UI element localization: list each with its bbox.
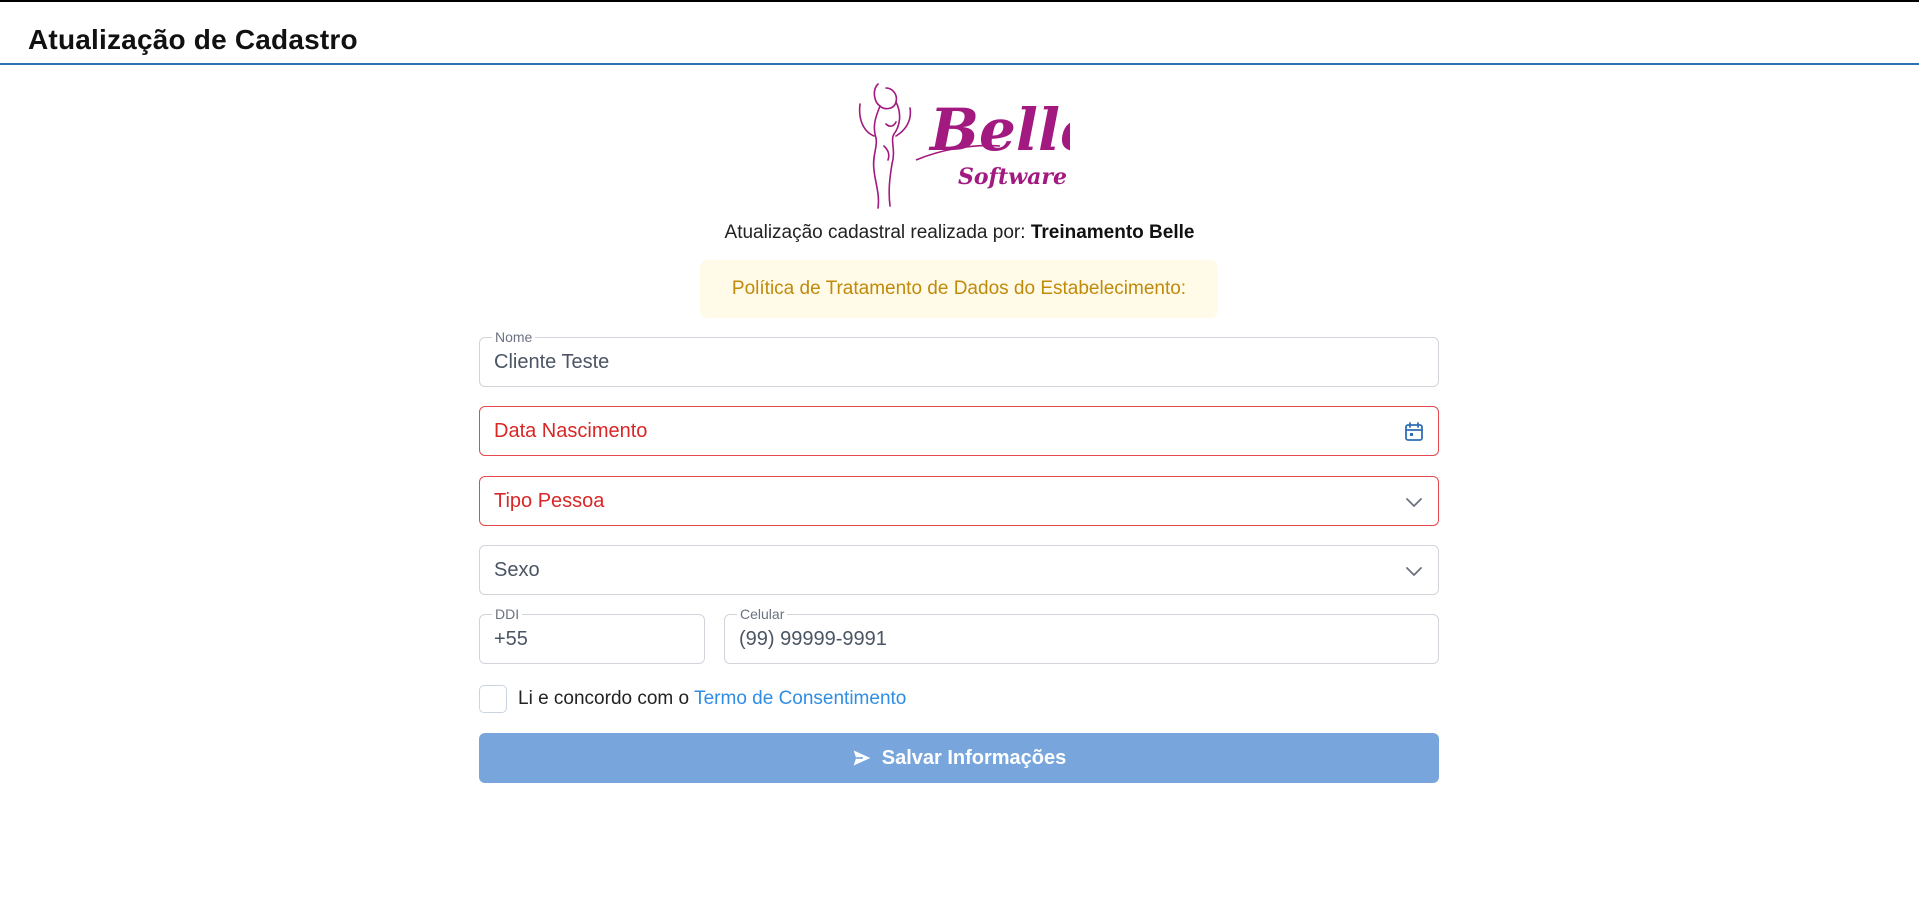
consent-row: Li e concordo com o Termo de Consentimen… bbox=[479, 684, 906, 714]
send-icon bbox=[853, 750, 871, 766]
birth-date-field[interactable]: Data Nascimento bbox=[479, 406, 1439, 456]
calendar-icon[interactable] bbox=[1402, 420, 1426, 444]
name-field[interactable]: Nome Cliente Teste bbox=[479, 329, 1439, 387]
person-type-placeholder: Tipo Pessoa bbox=[494, 490, 605, 512]
person-type-select[interactable]: Tipo Pessoa bbox=[479, 476, 1439, 526]
consent-terms-link[interactable]: Termo de Consentimento bbox=[694, 688, 906, 710]
author-line: Atualização cadastral realizada por: Tre… bbox=[0, 222, 1919, 244]
mobile-phone-field[interactable]: Celular (99) 99999-9991 bbox=[724, 606, 1439, 664]
mobile-phone-value: (99) 99999-9991 bbox=[739, 628, 887, 650]
consent-checkbox[interactable] bbox=[479, 685, 507, 713]
gender-select[interactable]: Sexo bbox=[479, 545, 1439, 595]
gender-placeholder: Sexo bbox=[494, 559, 540, 581]
ddi-value: +55 bbox=[494, 628, 528, 650]
page-title: Atualização de Cadastro bbox=[28, 24, 358, 55]
privacy-policy-notice: Política de Tratamento de Dados do Estab… bbox=[700, 260, 1218, 318]
save-button-label: Salvar Informações bbox=[881, 746, 1067, 769]
save-button[interactable]: Salvar Informações bbox=[479, 733, 1439, 783]
belle-software-logo: Belle Software bbox=[850, 80, 1097, 212]
chevron-down-icon bbox=[1402, 490, 1426, 514]
author-prefix: Atualização cadastral realizada por: bbox=[724, 222, 1026, 243]
birth-date-placeholder: Data Nascimento bbox=[494, 420, 648, 442]
author-name: Treinamento Belle bbox=[1030, 222, 1195, 243]
page-header: Atualização de Cadastro bbox=[0, 2, 1919, 65]
ddi-field[interactable]: DDI +55 bbox=[479, 606, 705, 664]
logo-sub-text: Software bbox=[958, 164, 1067, 190]
name-value: Cliente Teste bbox=[494, 351, 610, 373]
privacy-policy-text: Política de Tratamento de Dados do Estab… bbox=[731, 278, 1187, 299]
consent-text: Li e concordo com o bbox=[518, 688, 690, 709]
chevron-down-icon bbox=[1402, 559, 1426, 583]
logo-brand-text: Belle bbox=[928, 96, 1070, 164]
